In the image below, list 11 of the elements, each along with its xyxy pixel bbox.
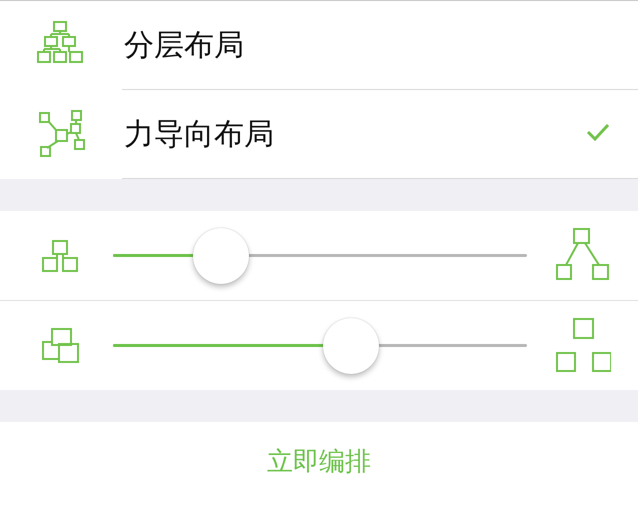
slider[interactable] — [113, 318, 527, 374]
spread-squares-icon — [554, 316, 610, 374]
slider-thumb[interactable] — [323, 318, 380, 374]
network-icon — [36, 109, 86, 159]
slider[interactable] — [113, 228, 527, 284]
layout-label: 分层布局 — [123, 26, 245, 64]
layout-option[interactable]: 力导向布局 — [122, 89, 638, 178]
layout-option[interactable]: 分层布局 — [0, 1, 638, 89]
layout-label: 力导向布局 — [123, 116, 275, 154]
checkmark-icon — [586, 123, 610, 141]
slider-thumb[interactable] — [192, 228, 249, 284]
